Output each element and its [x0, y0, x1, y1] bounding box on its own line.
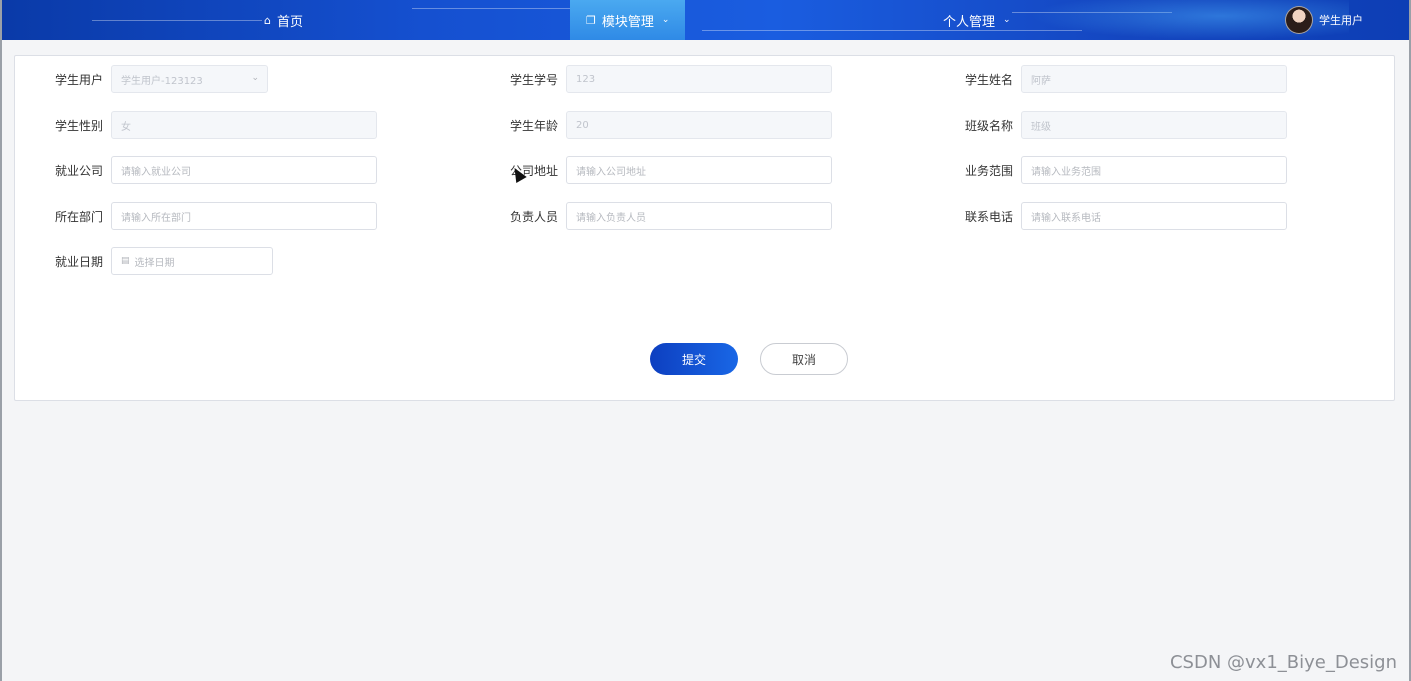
class-name-input: 班级 — [1021, 111, 1287, 139]
field-student-user: 学生用户 学生用户-123123 ⌄ — [15, 64, 268, 94]
input-value: 123 — [576, 73, 596, 85]
input-value: 20 — [576, 119, 589, 131]
field-company-address: 公司地址 请输入公司地址 — [470, 155, 832, 185]
company-address-input[interactable]: 请输入公司地址 — [566, 156, 832, 184]
window-border-left — [0, 0, 2, 681]
field-company: 就业公司 请输入就业公司 — [15, 155, 377, 185]
calendar-icon: ▤ — [121, 256, 130, 266]
watermark: CSDN @vx1_Biye_Design — [1169, 652, 1397, 673]
submit-button[interactable]: 提交 — [650, 343, 738, 375]
user-menu[interactable]: 学生用户 — [1285, 0, 1363, 40]
input-placeholder: 请输入业务范围 — [1031, 166, 1101, 178]
form-panel: 学生用户 学生用户-123123 ⌄ 学生学号 123 学生姓名 阿萨 学生性别… — [14, 55, 1395, 401]
field-phone: 联系电话 请输入联系电话 — [925, 201, 1287, 231]
field-label: 所在部门 — [54, 209, 103, 224]
form-row: 所在部门 请输入所在部门 负责人员 请输入负责人员 联系电话 请输入联系电话 — [15, 201, 1394, 231]
input-placeholder: 请输入就业公司 — [121, 166, 191, 178]
field-label: 学生学号 — [509, 72, 558, 87]
employment-date-picker[interactable]: ▤ 选择日期 — [111, 247, 273, 275]
input-value: 女 — [121, 121, 131, 133]
field-label: 联系电话 — [964, 209, 1013, 224]
field-employment-date: 就业日期 ▤ 选择日期 — [15, 246, 273, 276]
input-placeholder: 选择日期 — [134, 257, 175, 269]
field-label: 班级名称 — [964, 118, 1013, 133]
nav-home[interactable]: ⌂ 首页 — [264, 0, 303, 40]
copy-icon: ❐ — [586, 13, 596, 27]
cancel-button[interactable]: 取消 — [760, 343, 848, 375]
student-name-input: 阿萨 — [1021, 65, 1287, 93]
field-gender: 学生性别 女 — [15, 110, 377, 140]
student-user-select: 学生用户-123123 ⌄ — [111, 65, 268, 93]
nav-home-label: 首页 — [276, 14, 303, 30]
field-label: 就业日期 — [54, 254, 103, 269]
user-name: 学生用户 — [1319, 14, 1363, 27]
nav-modules[interactable]: ❐ 模块管理 ⌄ — [570, 0, 686, 40]
form-row: 学生性别 女 学生年龄 20 班级名称 班级 — [15, 110, 1394, 140]
input-placeholder: 请输入公司地址 — [576, 166, 646, 178]
avatar[interactable] — [1285, 6, 1313, 34]
nav-personal[interactable]: 个人管理 ⌄ — [943, 0, 1011, 40]
top-navbar: ⌂ 首页 ❐ 模块管理 ⌄ 个人管理 ⌄ 学生用户 — [2, 0, 1409, 40]
form-row: 就业公司 请输入就业公司 公司地址 请输入公司地址 业务范围 请输入业务范围 — [15, 155, 1394, 185]
input-placeholder: 请输入联系电话 — [1031, 212, 1101, 224]
form-row: 就业日期 ▤ 选择日期 — [15, 246, 1394, 276]
field-label: 学生年龄 — [509, 118, 558, 133]
nav-modules-label: 模块管理 — [601, 14, 654, 30]
input-placeholder: 请输入负责人员 — [576, 212, 646, 224]
select-value: 学生用户-123123 — [121, 75, 203, 87]
age-input: 20 — [566, 111, 832, 139]
field-contact-person: 负责人员 请输入负责人员 — [470, 201, 832, 231]
input-value: 阿萨 — [1031, 75, 1051, 87]
input-placeholder: 请输入所在部门 — [121, 212, 191, 224]
chevron-down-icon: ⌄ — [661, 15, 670, 25]
field-student-id: 学生学号 123 — [470, 64, 832, 94]
input-value: 班级 — [1031, 121, 1051, 133]
chevron-down-icon: ⌄ — [251, 73, 259, 83]
department-input[interactable]: 请输入所在部门 — [111, 202, 377, 230]
field-age: 学生年龄 20 — [470, 110, 832, 140]
form-row: 学生用户 学生用户-123123 ⌄ 学生学号 123 学生姓名 阿萨 — [15, 64, 1394, 94]
field-business-scope: 业务范围 请输入业务范围 — [925, 155, 1287, 185]
field-label: 业务范围 — [964, 163, 1013, 178]
contact-person-input[interactable]: 请输入负责人员 — [566, 202, 832, 230]
field-label: 学生性别 — [54, 118, 103, 133]
field-label: 学生姓名 — [964, 72, 1013, 87]
phone-input[interactable]: 请输入联系电话 — [1021, 202, 1287, 230]
field-department: 所在部门 请输入所在部门 — [15, 201, 377, 231]
field-student-name: 学生姓名 阿萨 — [925, 64, 1287, 94]
field-class-name: 班级名称 班级 — [925, 110, 1287, 140]
business-scope-input[interactable]: 请输入业务范围 — [1021, 156, 1287, 184]
nav-personal-label: 个人管理 — [943, 14, 996, 30]
student-id-input: 123 — [566, 65, 832, 93]
home-icon: ⌂ — [264, 13, 271, 27]
field-label: 负责人员 — [509, 209, 558, 224]
gender-input: 女 — [111, 111, 377, 139]
company-input[interactable]: 请输入就业公司 — [111, 156, 377, 184]
field-label: 学生用户 — [54, 72, 103, 87]
field-label: 就业公司 — [54, 163, 103, 178]
chevron-down-icon: ⌄ — [1003, 15, 1011, 25]
